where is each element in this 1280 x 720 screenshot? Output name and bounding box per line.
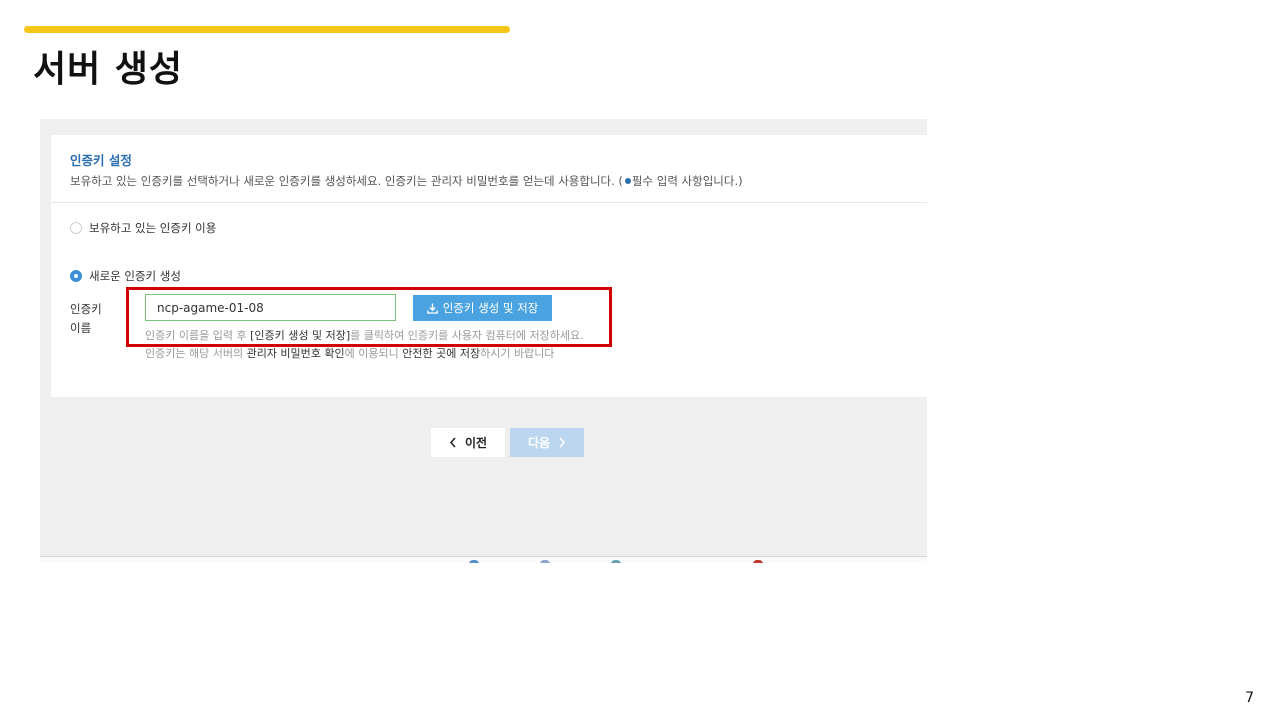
- help2-emphasis-2: 안전한 곳에 저장: [402, 347, 481, 360]
- prev-button[interactable]: 이전: [431, 428, 505, 457]
- chevron-left-icon: [449, 437, 456, 448]
- help2-text: 인증키는 해당 서버의: [145, 347, 247, 360]
- panel-description-text: 보유하고 있는 인증키를 선택하거나 새로운 인증키를 생성하세요. 인증키는 …: [70, 174, 623, 188]
- footer-icon: [611, 560, 621, 563]
- footer-icon: [540, 560, 550, 563]
- radio-new-key[interactable]: 새로운 인증키 생성: [70, 268, 181, 284]
- panel-title: 인증키 설정: [70, 153, 132, 168]
- required-dot-icon: [624, 178, 631, 184]
- footer-icon: [753, 560, 763, 563]
- embedded-screenshot: 인증키 설정 보유하고 있는 인증키를 선택하거나 새로운 인증키를 생성하세요…: [40, 119, 927, 563]
- generate-and-save-key-button[interactable]: 인증키 생성 및 저장: [413, 295, 552, 321]
- page-number: 7: [1245, 690, 1254, 706]
- prev-button-label: 이전: [464, 436, 488, 450]
- footer-icon: [469, 560, 479, 563]
- title-accent-bar: [24, 26, 510, 33]
- radio-checked-icon[interactable]: [70, 270, 82, 282]
- slide-title: 서버 생성: [33, 49, 184, 90]
- footer-strip: [40, 557, 927, 563]
- key-help-text-2: 인증키는 해당 서버의 관리자 비밀번호 확인에 이용되니 안전한 곳에 저장하…: [145, 345, 554, 361]
- help1-emphasis: [인증키 생성 및 저장]: [250, 329, 351, 342]
- panel-description-required: 필수 입력 사항입니다.): [631, 174, 743, 188]
- help1-text-end: 를 클릭하여 인증키를 사용자 컴퓨터에 저장하세요.: [350, 329, 584, 342]
- key-name-label: 인증키 이름: [70, 302, 102, 335]
- help2-text-mid: 에 이용되니: [344, 347, 403, 360]
- radio-new-key-label: 새로운 인증키 생성: [89, 269, 181, 283]
- chevron-right-icon: [559, 437, 566, 448]
- auth-key-settings-panel: 인증키 설정 보유하고 있는 인증키를 선택하거나 새로운 인증키를 생성하세요…: [51, 135, 927, 397]
- generate-and-save-key-label: 인증키 생성 및 저장: [442, 301, 539, 315]
- key-help-text-1: 인증키 이름을 입력 후 [인증키 생성 및 저장]를 클릭하여 인증키를 사용…: [145, 327, 584, 343]
- panel-description: 보유하고 있는 인증키를 선택하거나 새로운 인증키를 생성하세요. 인증키는 …: [70, 173, 743, 189]
- radio-unchecked-icon[interactable]: [70, 222, 82, 234]
- radio-existing-key[interactable]: 보유하고 있는 인증키 이용: [70, 220, 216, 236]
- help2-emphasis-1: 관리자 비밀번호 확인: [246, 347, 345, 360]
- help2-text-end: 하시기 바랍니다: [480, 347, 555, 360]
- panel-divider: [51, 202, 927, 203]
- download-icon: [426, 303, 438, 314]
- key-name-input[interactable]: [145, 294, 396, 321]
- next-button[interactable]: 다음: [510, 428, 584, 457]
- help1-text: 인증키 이름을 입력 후: [145, 329, 251, 342]
- next-button-label: 다음: [527, 436, 551, 450]
- radio-existing-key-label: 보유하고 있는 인증키 이용: [89, 221, 217, 235]
